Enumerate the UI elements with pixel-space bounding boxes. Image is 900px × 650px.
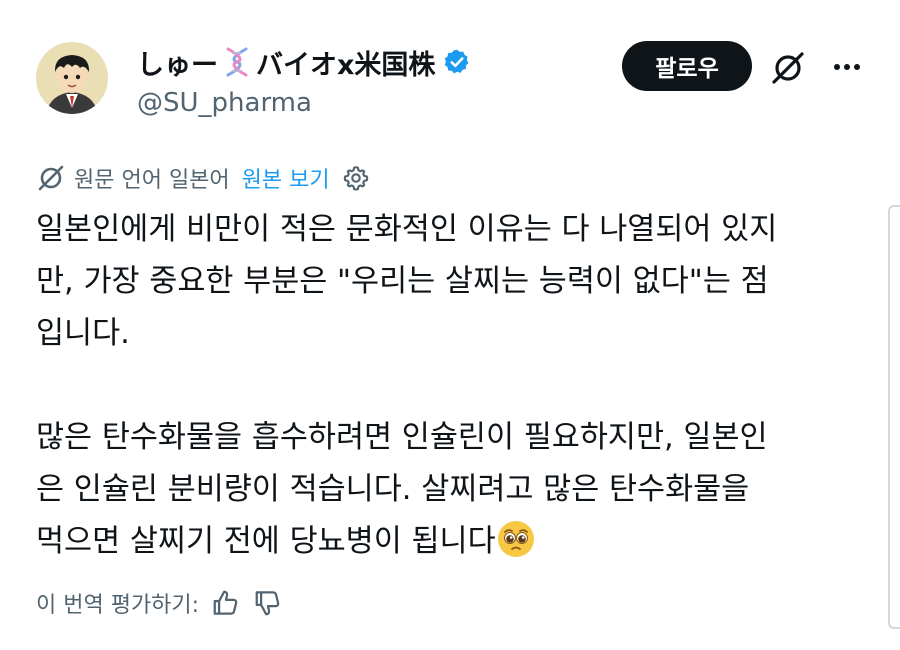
paragraph: 많은 탄수화물을 흡수하려면 인슐린이 필요하지만, 일본인 은 인슐린 분비량…	[36, 412, 876, 568]
thumbs-down-icon[interactable]	[253, 588, 283, 618]
text-line-with-emoji: 먹으면 살찌기 전에 당뇨병이 됩니다	[36, 516, 876, 568]
follow-button[interactable]: 팔로우	[622, 41, 752, 91]
show-original-link[interactable]: 원본 보기	[242, 162, 330, 194]
tweet-text: 일본인에게 비만이 적은 문화적인 이유는 다 나열되어 있지 만, 가장 중요…	[36, 204, 876, 568]
more-icon[interactable]	[830, 52, 864, 82]
text-line: 먹으면 살찌기 전에 당뇨병이 됩니다	[36, 524, 496, 559]
text-line: 많은 탄수화물을 흡수하려면 인슐린이 필요하지만, 일본인	[36, 420, 768, 455]
display-name-part2[interactable]: バイオx米国株	[256, 43, 435, 82]
grok-icon[interactable]	[770, 50, 806, 86]
grok-translate-icon	[36, 163, 66, 193]
text-line: 입니다.	[36, 316, 130, 351]
text-line: 일본인에게 비만이 적은 문화적인 이유는 다 나열되어 있지	[36, 212, 778, 247]
avatar[interactable]	[36, 42, 108, 114]
translation-notice: 원문 언어 일본어 원본 보기	[36, 160, 370, 196]
display-name-part1[interactable]: しゅー	[137, 43, 218, 82]
dna-emoji	[224, 47, 250, 77]
display-name-row[interactable]: しゅー バイオx米国株	[137, 42, 471, 82]
scrollbar[interactable]	[888, 205, 900, 629]
verified-badge-icon[interactable]	[443, 48, 471, 76]
thumbs-up-icon[interactable]	[211, 588, 241, 618]
tweet-header: しゅー バイオx米国株 @SU_pharma 팔로우	[0, 0, 900, 140]
gear-icon[interactable]	[342, 164, 370, 192]
translation-rating: 이 번역 평가하기:	[36, 585, 283, 621]
text-line: 은 인슐린 분비량이 적습니다. 살찌려고 많은 탄수화물을	[36, 472, 750, 507]
translation-language-label: 원문 언어 일본어	[74, 168, 230, 193]
user-handle[interactable]: @SU_pharma	[137, 88, 312, 118]
avatar-illustration	[36, 42, 108, 114]
pleading-face-emoji	[496, 519, 536, 559]
rate-translation-label: 이 번역 평가하기:	[36, 593, 200, 618]
paragraph: 일본인에게 비만이 적은 문화적인 이유는 다 나열되어 있지 만, 가장 중요…	[36, 204, 876, 360]
text-line: 만, 가장 중요한 부분은 "우리는 살찌는 능력이 없다"는 점	[36, 264, 769, 299]
